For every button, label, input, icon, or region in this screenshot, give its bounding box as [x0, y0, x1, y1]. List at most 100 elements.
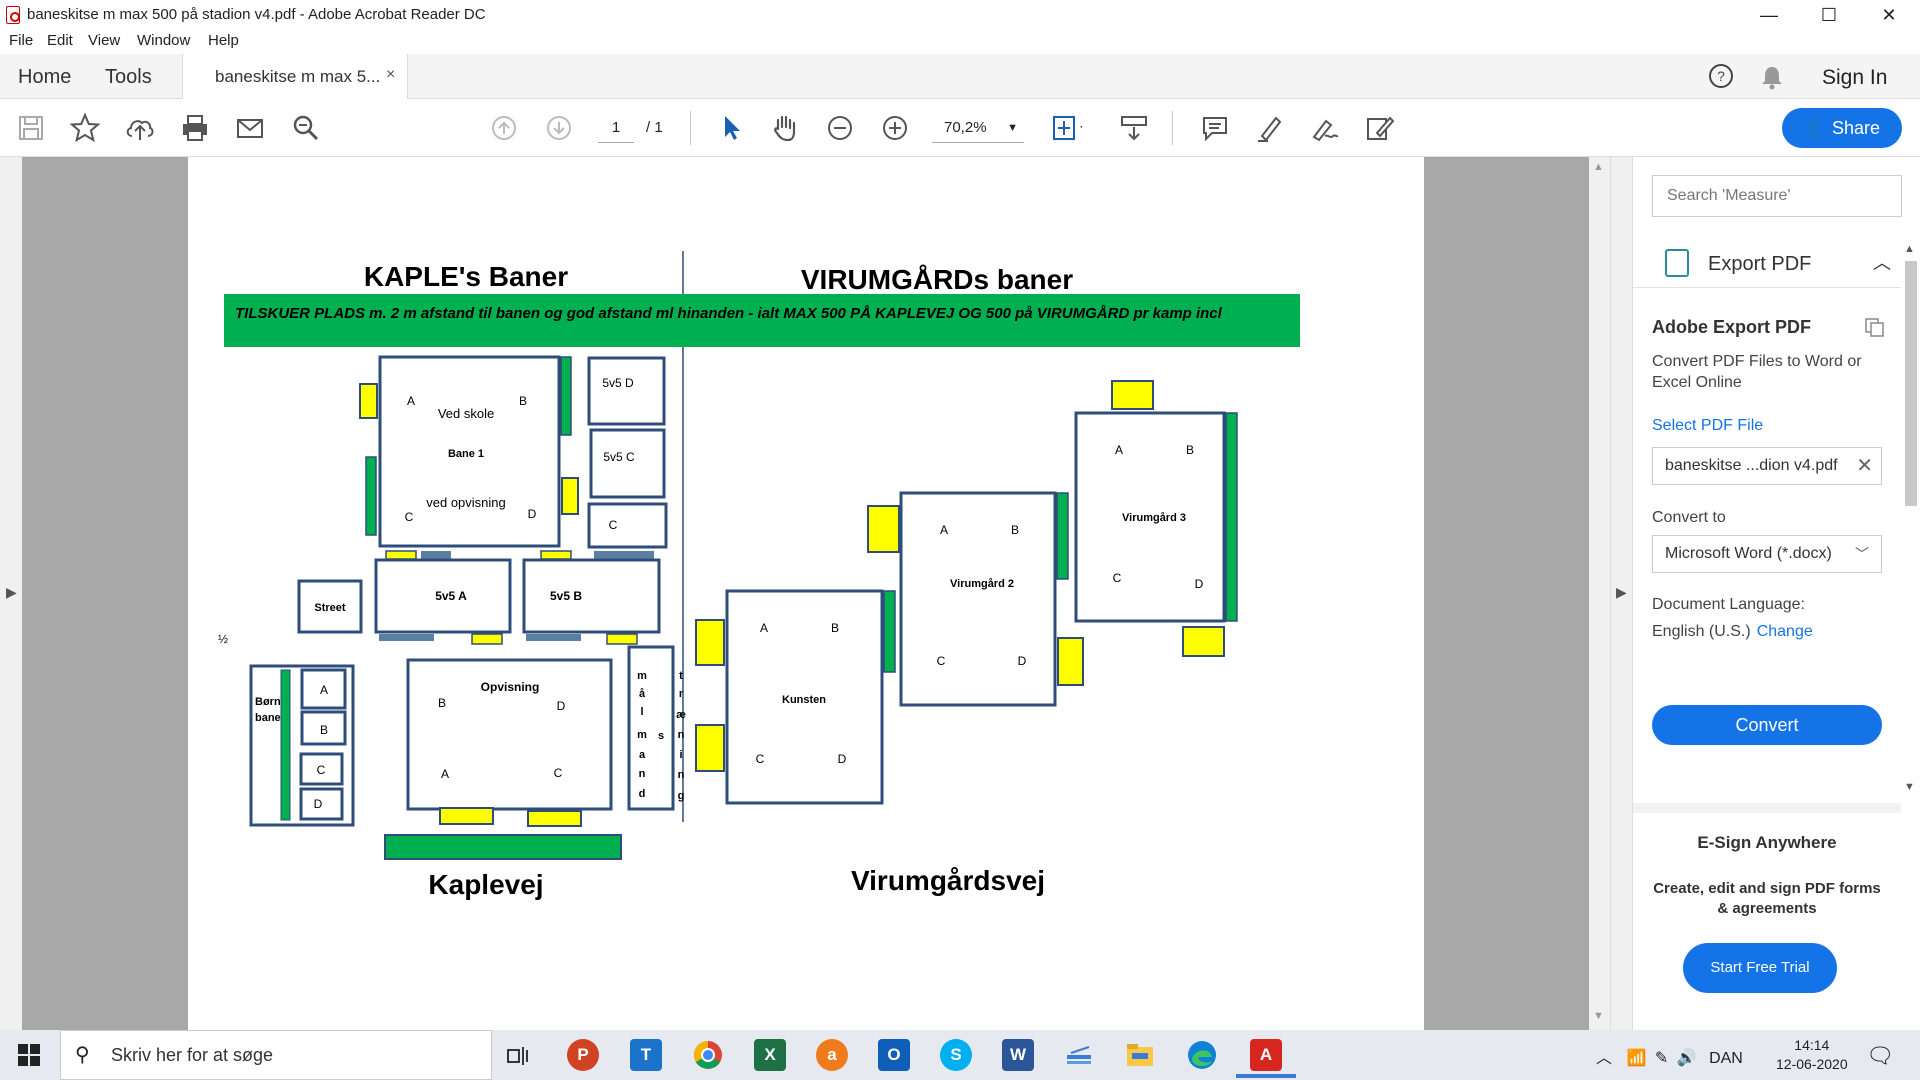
chevron-up-icon[interactable]: ︿	[1596, 1050, 1612, 1067]
minimize-button[interactable]: —	[1741, 0, 1797, 30]
select-cursor-icon[interactable]	[716, 112, 748, 144]
share-button[interactable]: 👤 Share	[1782, 108, 1902, 148]
change-language-link[interactable]: Change	[1757, 623, 1813, 640]
fit-page-icon[interactable]	[1050, 112, 1082, 144]
comment-icon[interactable]	[1199, 112, 1231, 144]
zoom-in-icon[interactable]	[879, 112, 911, 144]
format-value: Microsoft Word (*.docx)	[1665, 545, 1832, 562]
print-icon[interactable]	[179, 112, 211, 144]
pen-workspace-icon[interactable]: ✎	[1655, 1050, 1668, 1067]
scroll-mode-icon[interactable]	[1118, 112, 1150, 144]
bench-yellow	[1057, 637, 1084, 686]
tab-home[interactable]: Home	[18, 66, 71, 89]
chevron-up-icon[interactable]: ︿	[1873, 249, 1891, 275]
upload-cloud-icon[interactable]	[124, 112, 156, 144]
field-label: ved opvisning	[426, 495, 506, 510]
menu-edit[interactable]: Edit	[47, 32, 73, 49]
tools-pane-scrollbar[interactable]: ▲ ▼	[1901, 241, 1920, 801]
share-label: Share	[1832, 118, 1881, 138]
training-letter: l	[640, 706, 643, 718]
copy-icon[interactable]	[1863, 316, 1887, 338]
collapse-right-panel-icon[interactable]: ▶	[1616, 584, 1627, 601]
save-icon[interactable]	[15, 112, 47, 144]
convert-button[interactable]: Convert	[1652, 705, 1882, 745]
task-view-icon[interactable]	[506, 1044, 530, 1068]
hand-tool-icon[interactable]	[769, 112, 801, 144]
tools-search-input[interactable]: Search 'Measure'	[1652, 175, 1902, 217]
document-scrollbar[interactable]: ▲ ▼	[1589, 157, 1610, 1030]
corner-label: A	[760, 621, 768, 635]
word-icon[interactable]: W	[1002, 1039, 1034, 1071]
tab-tools[interactable]: Tools	[105, 66, 152, 89]
close-button[interactable]: ✕	[1861, 0, 1917, 30]
search-zoom-icon[interactable]	[290, 112, 322, 144]
field-name: bane	[255, 712, 281, 724]
clear-file-icon[interactable]: ✕	[1856, 453, 1873, 478]
star-icon[interactable]	[69, 112, 101, 144]
highlight-pen-icon[interactable]	[1254, 112, 1286, 144]
file-explorer-icon[interactable]	[1124, 1039, 1156, 1071]
excel-icon[interactable]: X	[754, 1039, 786, 1071]
menu-file[interactable]: File	[9, 32, 33, 49]
next-page-icon[interactable]	[543, 112, 575, 144]
fill-sign-icon[interactable]	[1308, 112, 1340, 144]
avast-icon[interactable]: a	[816, 1039, 848, 1071]
field-name: C	[609, 518, 618, 532]
maximize-button[interactable]: ☐	[1801, 0, 1857, 30]
tab-close-icon[interactable]: ×	[386, 66, 395, 84]
input-language[interactable]: DAN	[1709, 1050, 1743, 1067]
teams-tool-icon[interactable]: T	[630, 1039, 662, 1071]
scroll-up-icon[interactable]: ▲	[1593, 161, 1604, 173]
edit-pdf-icon[interactable]	[1363, 112, 1395, 144]
start-free-trial-button[interactable]: Start Free Trial	[1683, 943, 1837, 993]
taskbar-search[interactable]: ⚲ Skriv her for at søge	[60, 1030, 492, 1080]
field-name: 5v5 B	[550, 589, 582, 603]
bench-blue	[421, 551, 451, 559]
scroll-down-icon[interactable]: ▼	[1904, 781, 1915, 793]
bench-yellow	[359, 383, 378, 419]
format-select[interactable]: Microsoft Word (*.docx) ﹀	[1652, 535, 1882, 573]
outlook-icon[interactable]: O	[878, 1039, 910, 1071]
field-5v5-d	[587, 356, 666, 426]
export-pdf-header[interactable]: Export PDF	[1708, 253, 1811, 276]
menu-help[interactable]: Help	[208, 32, 239, 49]
chrome-icon[interactable]	[692, 1039, 724, 1071]
scroll-thumb[interactable]	[1905, 261, 1917, 506]
page-number-input[interactable]: 1	[598, 113, 634, 143]
action-center-icon[interactable]: 🗨	[1866, 1043, 1894, 1069]
help-icon[interactable]: ?	[1707, 62, 1735, 90]
bench-yellow	[1111, 380, 1154, 410]
wifi-icon[interactable]: 📶	[1626, 1050, 1646, 1067]
email-icon[interactable]	[234, 112, 266, 144]
previous-page-icon[interactable]	[488, 112, 520, 144]
edge-icon[interactable]	[1186, 1039, 1218, 1071]
zoom-level-dropdown[interactable]: 70,2% ▼	[932, 113, 1024, 143]
menu-window[interactable]: Window	[137, 32, 190, 49]
select-pdf-file-link[interactable]: Select PDF File	[1652, 417, 1763, 435]
training-letter: g	[678, 790, 685, 802]
field-name: Kunsten	[782, 694, 826, 706]
bench-green	[883, 590, 896, 673]
tab-document[interactable]: baneskitse m max 5... ×	[182, 54, 408, 99]
windows-start-icon[interactable]	[18, 1044, 40, 1066]
scroll-down-icon[interactable]: ▼	[1593, 1010, 1604, 1022]
bench-green	[560, 356, 572, 436]
menu-view[interactable]: View	[88, 32, 120, 49]
zoom-out-icon[interactable]	[824, 112, 856, 144]
sign-in-link[interactable]: Sign In	[1822, 66, 1887, 90]
field-name: Virumgård 3	[1122, 512, 1186, 524]
bench-yellow	[471, 633, 503, 645]
toolbar: 1 / 1 70,2% ▼ 👤 Share	[0, 99, 1920, 157]
notification-bell-icon[interactable]	[1760, 64, 1784, 90]
skype-icon[interactable]: S	[940, 1039, 972, 1071]
network-manager-icon[interactable]	[1063, 1039, 1095, 1071]
acrobat-reader-icon[interactable]: A	[1250, 1039, 1282, 1071]
selected-file-field[interactable]: baneskitse ...dion v4.pdf ✕	[1652, 447, 1882, 485]
expand-left-panel-icon[interactable]: ▶	[6, 584, 17, 601]
menu-bar: File Edit View Window Help	[0, 30, 1920, 54]
field-name: B	[320, 723, 328, 737]
powerpoint-icon[interactable]: P	[567, 1039, 599, 1071]
scroll-up-icon[interactable]: ▲	[1904, 243, 1915, 255]
clock[interactable]: 14:14 12-06-2020	[1776, 1036, 1848, 1074]
volume-icon[interactable]: 🔊	[1677, 1050, 1697, 1067]
